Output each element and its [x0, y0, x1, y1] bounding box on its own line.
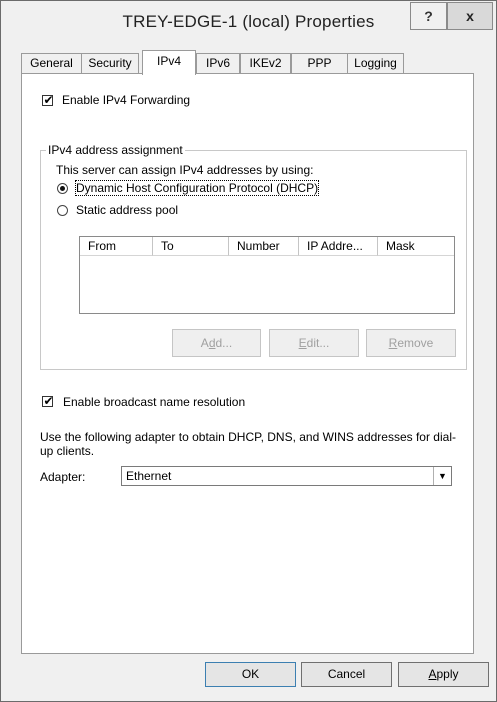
add-button[interactable]: Add... — [172, 329, 261, 357]
dhcp-radio-label[interactable]: Dynamic Host Configuration Protocol (DHC… — [74, 180, 320, 196]
ok-button[interactable]: OK — [205, 662, 296, 687]
column-header-ip-address[interactable]: IP Addre... — [299, 237, 378, 256]
tab-ipv6[interactable]: IPv6 — [196, 53, 240, 73]
tab-logging[interactable]: Logging — [347, 53, 404, 73]
chevron-down-icon[interactable]: ▼ — [433, 467, 451, 485]
title-bar[interactable]: TREY-EDGE-1 (local) Properties ? x — [1, 1, 496, 45]
column-header-to[interactable]: To — [153, 237, 229, 256]
static-pool-radio-label[interactable]: Static address pool — [76, 203, 178, 217]
enable-broadcast-checkbox[interactable]: ✔ — [42, 394, 54, 408]
tab-ipv4[interactable]: IPv4 — [142, 50, 196, 75]
ipv4-tab-panel: ✔ Enable IPv4 Forwarding IPv4 address as… — [21, 73, 474, 654]
static-pool-radio[interactable] — [57, 205, 68, 216]
adapter-description: Use the following adapter to obtain DHCP… — [40, 430, 456, 458]
tab-general[interactable]: General — [21, 53, 82, 73]
column-header-mask[interactable]: Mask — [378, 237, 454, 256]
column-header-number[interactable]: Number — [229, 237, 299, 256]
edit-button[interactable]: Edit... — [269, 329, 359, 357]
close-button[interactable]: x — [447, 2, 493, 30]
apply-button[interactable]: Apply — [398, 662, 489, 687]
adapter-value: Ethernet — [126, 469, 172, 483]
tab-ppp[interactable]: PPP — [291, 53, 348, 73]
dhcp-radio[interactable] — [57, 183, 68, 194]
adapter-label: Adapter: — [40, 470, 86, 484]
checkmark-icon: ✔ — [43, 93, 54, 107]
tab-security[interactable]: Security — [81, 53, 139, 73]
adapter-select[interactable]: Ethernet ▼ — [121, 466, 452, 486]
checkmark-icon: ✔ — [43, 394, 54, 408]
radio-selected-dot — [60, 186, 65, 191]
enable-ipv4-forwarding-label[interactable]: Enable IPv4 Forwarding — [62, 93, 190, 107]
enable-broadcast-label[interactable]: Enable broadcast name resolution — [63, 395, 245, 409]
column-header-from[interactable]: From — [80, 237, 153, 256]
properties-dialog: TREY-EDGE-1 (local) Properties ? x Gener… — [0, 0, 497, 702]
remove-button[interactable]: Remove — [366, 329, 456, 357]
static-pool-list[interactable]: From To Number IP Addre... Mask — [79, 236, 455, 314]
tab-ikev2[interactable]: IKEv2 — [240, 53, 291, 73]
assignment-description: This server can assign IPv4 addresses by… — [56, 163, 314, 177]
group-title: IPv4 address assignment — [46, 143, 185, 157]
enable-ipv4-forwarding-checkbox[interactable]: ✔ — [42, 93, 54, 107]
cancel-button[interactable]: Cancel — [301, 662, 392, 687]
help-button[interactable]: ? — [410, 2, 447, 30]
